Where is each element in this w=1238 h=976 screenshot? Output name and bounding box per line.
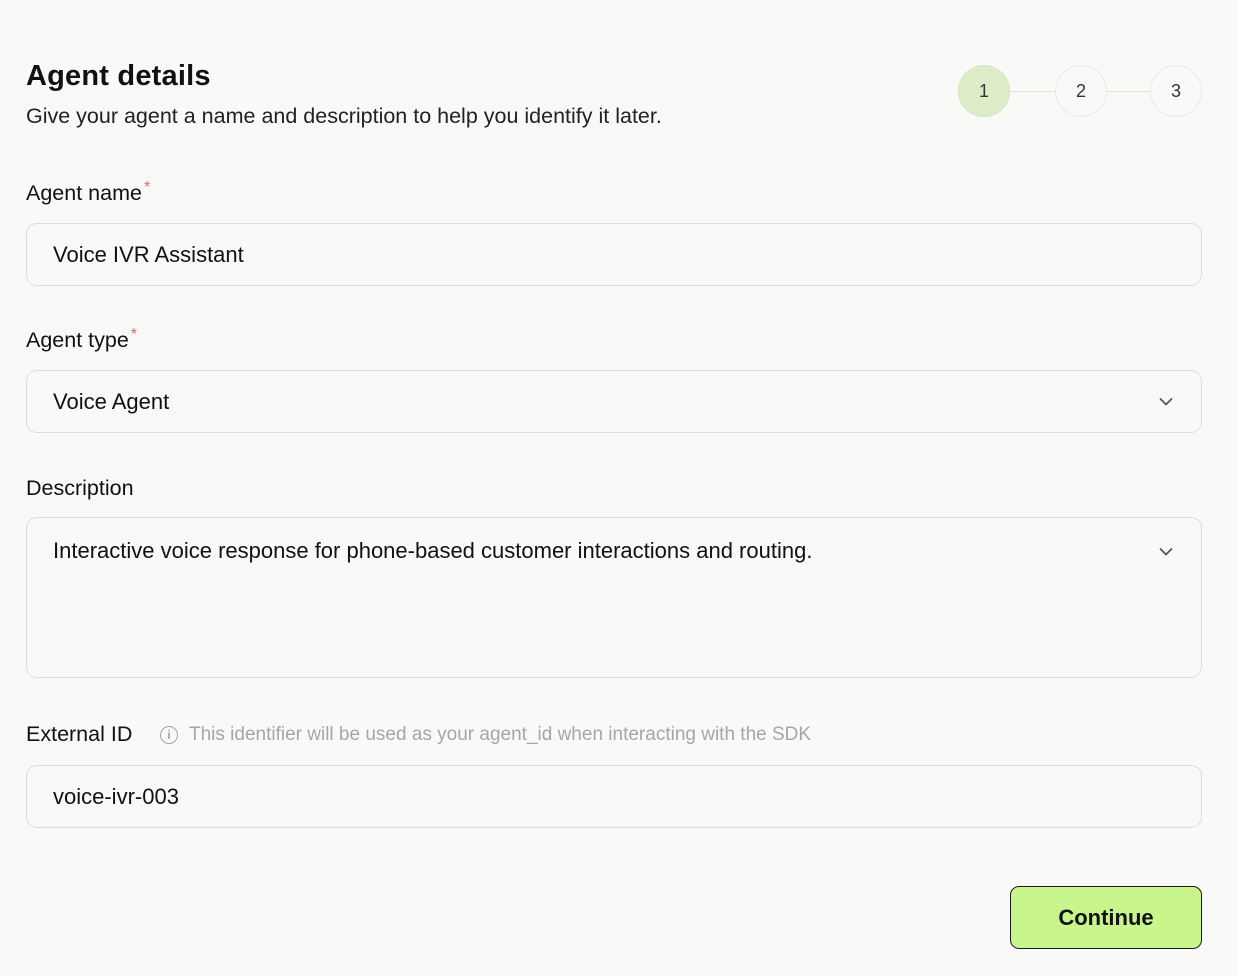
external-id-label-text: External ID xyxy=(26,722,133,746)
continue-button[interactable]: Continue xyxy=(1010,886,1202,949)
agent-type-value: Voice Agent xyxy=(53,388,170,414)
step-3[interactable]: 3 xyxy=(1150,65,1202,117)
agent-type-label: Agent type * xyxy=(26,326,138,353)
info-icon[interactable]: i xyxy=(160,726,178,744)
stepper-connector xyxy=(1107,91,1150,92)
agent-name-label-text: Agent name xyxy=(26,181,142,205)
description-textarea[interactable]: Interactive voice response for phone-bas… xyxy=(26,517,1202,678)
description-value: Interactive voice response for phone-bas… xyxy=(53,538,813,563)
step-1[interactable]: 1 xyxy=(958,65,1010,117)
external-id-hint-text: This identifier will be used as your age… xyxy=(189,724,812,745)
description-label: Description xyxy=(26,476,134,501)
agent-name-value: Voice IVR Assistant xyxy=(53,241,244,267)
agent-type-select[interactable]: Voice Agent xyxy=(26,370,1202,433)
external-id-value: voice-ivr-003 xyxy=(53,783,179,809)
description-label-text: Description xyxy=(26,476,134,500)
step-2[interactable]: 2 xyxy=(1055,65,1107,117)
chevron-down-icon[interactable] xyxy=(1159,547,1173,557)
required-mark: * xyxy=(143,179,151,196)
agent-name-input[interactable]: Voice IVR Assistant xyxy=(26,223,1202,286)
stepper: 1 2 3 xyxy=(958,65,1202,118)
chevron-down-icon xyxy=(1159,397,1173,405)
required-mark: * xyxy=(130,326,138,343)
external-id-hint: i This identifier will be used as your a… xyxy=(160,724,811,746)
stepper-connector xyxy=(1010,91,1055,92)
external-id-label: External ID xyxy=(26,722,132,747)
page-subtitle: Give your agent a name and description t… xyxy=(26,104,662,128)
external-id-input[interactable]: voice-ivr-003 xyxy=(26,765,1202,828)
page-title: Agent details xyxy=(26,60,211,92)
agent-details-page: Agent details Give your agent a name and… xyxy=(0,0,1238,976)
agent-type-label-text: Agent type xyxy=(26,328,129,352)
agent-name-label: Agent name * xyxy=(26,179,151,206)
